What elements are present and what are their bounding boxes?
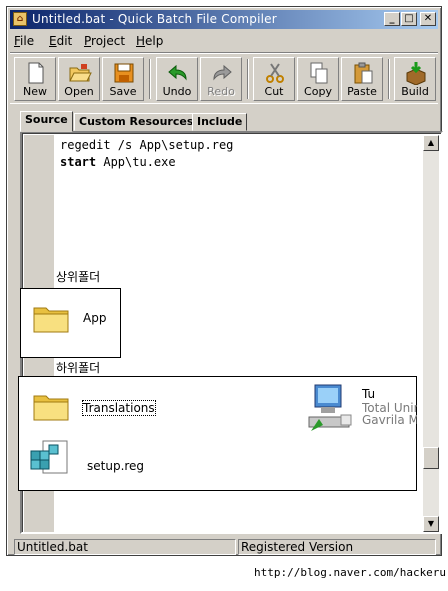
build-box-icon <box>406 62 426 85</box>
new-file-icon <box>28 62 44 84</box>
sub-folder-label: 하위폴더 <box>54 359 103 376</box>
code-keyword: start <box>60 155 97 169</box>
parent-folder-label: 상위폴더 <box>54 268 103 285</box>
status-bar: Untitled.bat Registered Version <box>10 539 438 555</box>
tab-custom-resources[interactable]: Custom Resources <box>74 113 199 131</box>
code-line: App\tu.exe <box>96 155 176 169</box>
floppy-disk-icon <box>114 63 134 83</box>
uninstaller-icon <box>308 384 352 431</box>
clipboard-icon <box>354 62 373 84</box>
folder-icon <box>33 307 69 333</box>
folder-name: App <box>83 311 107 325</box>
toolbar-separator <box>388 59 390 99</box>
toolbar: New Open Save Undo Redo Cut Copy Paste B… <box>10 52 438 104</box>
minimize-button[interactable]: _ <box>384 12 400 26</box>
window-title: Untitled.bat - Quick Batch File Compiler <box>32 12 277 26</box>
application-window: ⌂ Untitled.bat - Quick Batch File Compil… <box>6 6 443 556</box>
menu-help[interactable]: Help <box>136 34 163 48</box>
status-filename: Untitled.bat <box>14 539 236 555</box>
scroll-thumb[interactable] <box>423 447 439 469</box>
watermark-url: http://blog.naver.com/hackeru <box>254 566 447 579</box>
build-button[interactable]: Build <box>394 57 436 101</box>
sub-folder-panel: Translations setup.reg Tu Total Unins <box>18 376 417 491</box>
new-button[interactable]: New <box>14 57 56 101</box>
redo-arrow-icon <box>213 64 232 81</box>
copy-icon <box>310 62 328 84</box>
maximize-button[interactable]: □ <box>401 12 417 26</box>
exe-title: Tu <box>362 387 376 401</box>
folder-icon <box>33 395 69 421</box>
tab-source[interactable]: Source <box>20 111 73 132</box>
scissors-icon <box>266 63 284 83</box>
parent-folder-panel: App <box>20 288 121 358</box>
menu-project[interactable]: Project <box>84 34 125 48</box>
exe-company: Gavrila Ma <box>362 413 417 427</box>
close-button[interactable]: ✕ <box>420 12 436 26</box>
menu-file[interactable]: File <box>14 34 34 48</box>
copy-button[interactable]: Copy <box>297 57 339 101</box>
registry-file-icon <box>30 440 68 474</box>
cut-button[interactable]: Cut <box>253 57 295 101</box>
toolbar-separator <box>247 59 249 99</box>
app-icon[interactable]: ⌂ <box>13 12 27 26</box>
undo-arrow-icon <box>168 64 187 81</box>
title-bar[interactable]: ⌂ Untitled.bat - Quick Batch File Compil… <box>10 10 438 29</box>
folder-name: Translations <box>82 400 156 416</box>
paste-button[interactable]: Paste <box>341 57 383 101</box>
scroll-up-button[interactable]: ▲ <box>423 135 439 151</box>
save-button[interactable]: Save <box>102 57 144 101</box>
scroll-down-button[interactable]: ▼ <box>423 516 439 532</box>
toolbar-separator <box>149 59 151 99</box>
tab-include[interactable]: Include <box>192 113 248 131</box>
source-code[interactable]: regedit /s App\setup.reg start App\tu.ex… <box>60 137 233 171</box>
menu-edit[interactable]: Edit <box>49 34 72 48</box>
code-line: regedit /s App\setup.reg <box>60 138 234 152</box>
status-license: Registered Version <box>238 539 436 555</box>
open-folder-icon <box>69 64 92 82</box>
menu-bar: File Edit Project Help <box>10 31 438 51</box>
redo-button[interactable]: Redo <box>200 57 242 101</box>
file-name: setup.reg <box>87 459 145 473</box>
open-button[interactable]: Open <box>58 57 100 101</box>
undo-button[interactable]: Undo <box>156 57 198 101</box>
vertical-scrollbar[interactable]: ▲ ▼ <box>423 135 439 532</box>
